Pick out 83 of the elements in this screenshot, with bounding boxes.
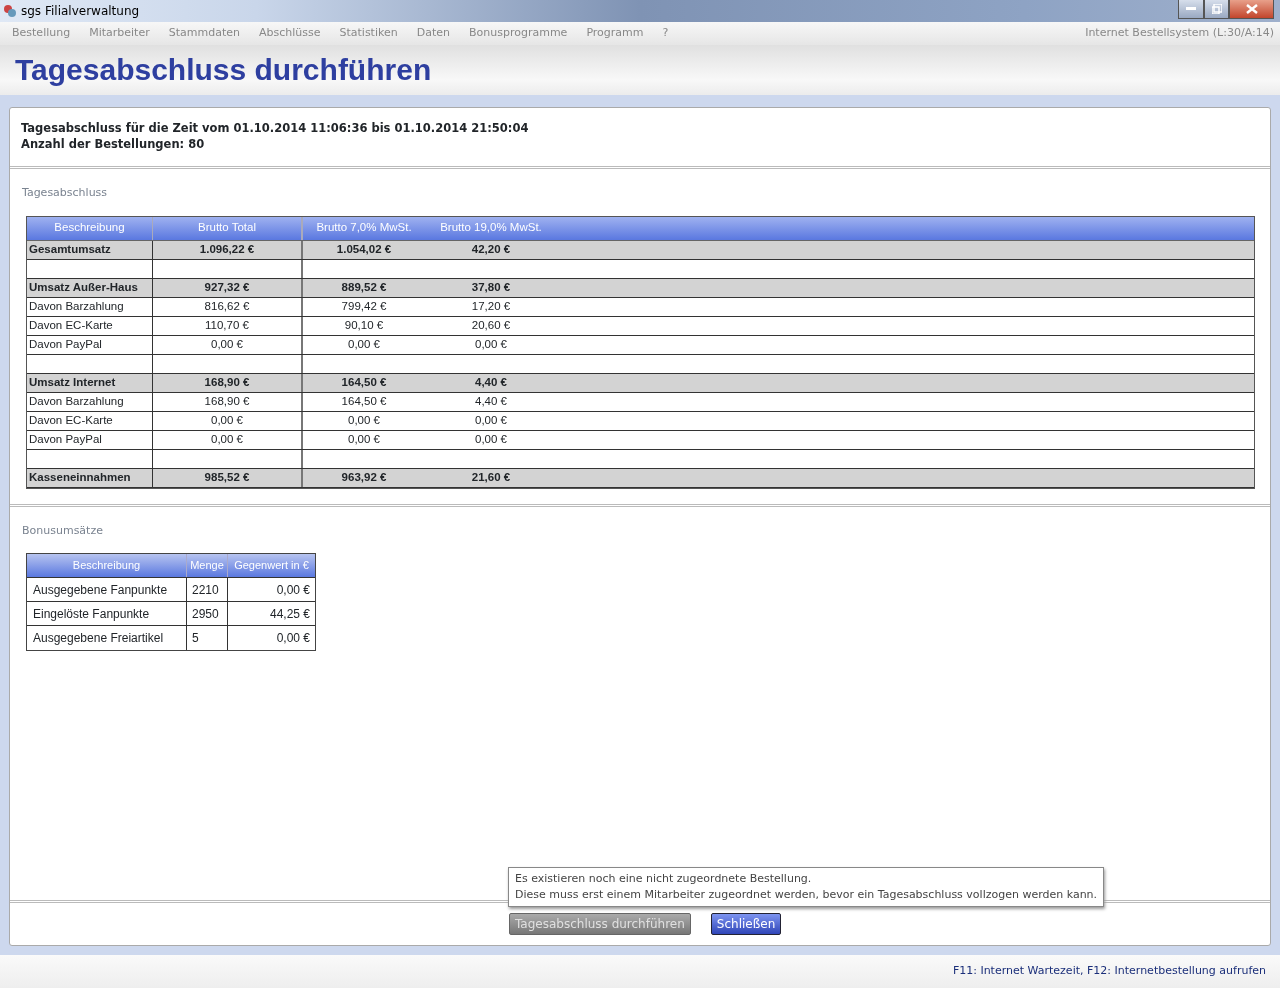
table-cell: 1.096,22 € — [153, 240, 303, 259]
table-cell-text: 37,80 € — [470, 279, 512, 295]
menu-item[interactable]: Stammdaten — [162, 25, 246, 42]
table-cell: Kasseneinnahmen — [27, 468, 153, 487]
tooltip-text: Es existieren noch eine nicht zugeordnete Bestellung. — [515, 871, 813, 887]
menu-item[interactable]: Bonusprogramme — [463, 25, 574, 42]
table-cell-text: 44,25 € — [268, 605, 311, 623]
menu-item[interactable]: Programm — [580, 25, 650, 42]
table-cell-text: 889,52 € — [340, 279, 388, 295]
table-cell-text: 21,60 € — [470, 469, 512, 485]
table-cell: Gesamtumsatz — [27, 240, 153, 259]
table-cell: Ausgegebene Freiartikel — [27, 626, 187, 650]
table-cell-text: 963,92 € — [340, 469, 388, 485]
column-header: Brutto 7,0% MwSt. — [315, 220, 413, 236]
table-cell-text: 90,10 € — [343, 317, 385, 333]
column-header: Brutto 19,0% MwSt. — [439, 220, 543, 236]
column-header: Beschreibung — [27, 216, 153, 240]
page-title: Tagesabschluss durchführen — [15, 55, 432, 85]
window-title: sgs Filialverwaltung — [21, 3, 140, 20]
table-cell: 2210 — [187, 578, 228, 601]
table-cell-text: 0,00 € — [347, 431, 381, 447]
table-cell: 816,62 € — [153, 297, 303, 316]
column-header: Gegenwert in € — [233, 558, 310, 574]
close-icon — [1245, 4, 1258, 14]
table-cell: Davon EC-Karte — [27, 411, 153, 430]
table-cell: 927,32 € — [153, 278, 303, 297]
table-cell-text: 1.054,02 € — [335, 241, 393, 257]
table-cell: Ausgegebene Fanpunkte — [27, 578, 187, 601]
table-cell: 168,90 € — [153, 392, 303, 411]
table-cell-text: 0,00 € — [275, 630, 311, 647]
info-text: Tagesabschluss für die Zeit vom 01.10.2014 11:06:36 bis 01.10.2014 21:50:04 — [21, 120, 530, 136]
table-cell-text: 20,60 € — [470, 317, 512, 333]
table-cell-text: 0,00 € — [275, 581, 311, 599]
table-cell: Davon PayPal — [27, 430, 153, 449]
info-text: Anzahl der Bestellungen: 80 — [21, 136, 206, 152]
table-cell-text: 17,20 € — [470, 298, 512, 314]
table-cell: 110,70 € — [153, 316, 303, 335]
minimize-button[interactable] — [1178, 0, 1204, 19]
table-cell: 0,00 € — [153, 411, 303, 430]
app-icon — [3, 4, 17, 18]
restore-button[interactable] — [1204, 0, 1229, 19]
menu-item[interactable]: Daten — [410, 25, 456, 42]
table-cell-text: 164,50 € — [340, 374, 388, 390]
table-cell: 5 — [187, 626, 228, 650]
section-label: Bonusumsätze — [21, 522, 104, 539]
status-text: F11: Internet Wartezeit, F12: Internetbestellung aufrufen — [952, 962, 1266, 979]
table-cell: Davon PayPal — [27, 335, 153, 354]
table-cell-text: 0,00 € — [474, 431, 508, 447]
table-cell: 0,00 € — [153, 335, 303, 354]
table-cell-text: 799,42 € — [340, 298, 388, 314]
table-cell: Davon Barzahlung — [27, 297, 153, 316]
menu-item[interactable]: Abschlüsse — [252, 25, 327, 42]
table-cell-text: 0,00 € — [474, 412, 508, 428]
section-label: Tagesabschluss — [21, 185, 109, 201]
table-cell-text: 164,50 € — [340, 393, 388, 409]
close-button[interactable] — [1229, 0, 1274, 19]
table-cell: 0,00 € — [153, 430, 303, 449]
table-cell: Umsatz Außer-Haus — [27, 278, 153, 297]
action-button[interactable]: Schließen — [710, 913, 782, 935]
table-cell: Davon EC-Karte — [27, 316, 153, 335]
menu-item[interactable]: Bestellung — [6, 25, 77, 42]
table-cell-text: 42,20 € — [470, 241, 512, 257]
table-cell: Davon Barzahlung — [27, 392, 153, 411]
column-header: Beschreibung — [27, 554, 187, 577]
table-cell: 168,90 € — [153, 373, 303, 392]
table-cell-text: 0,00 € — [347, 412, 381, 428]
table-cell: Umsatz Internet — [27, 373, 153, 392]
column-header: Brutto Total — [153, 216, 303, 240]
menu-item[interactable]: Mitarbeiter — [83, 25, 156, 42]
system-status: Internet Bestellsystem (L:30/A:14) — [1085, 25, 1274, 42]
minimize-icon — [1186, 7, 1196, 11]
menu-item[interactable]: ? — [656, 25, 675, 42]
table-cell-text: 4,40 € — [474, 374, 508, 390]
menu-item[interactable]: Statistiken — [333, 25, 404, 42]
column-header: Menge — [187, 554, 228, 577]
table-cell-text: 0,00 € — [474, 336, 508, 352]
restore-icon — [1211, 4, 1222, 14]
table-cell-text: 0,00 € — [347, 336, 381, 352]
table-cell: 985,52 € — [153, 468, 303, 487]
tooltip-text: Diese muss erst einem Mitarbeiter zugeordnet werden, bevor ein Tagesabschluss vollzogen werden kann. — [515, 887, 1098, 903]
table-cell: 2950 — [187, 602, 228, 625]
table-cell: Eingelöste Fanpunkte — [27, 602, 187, 625]
table-cell-text: 4,40 € — [474, 393, 508, 409]
